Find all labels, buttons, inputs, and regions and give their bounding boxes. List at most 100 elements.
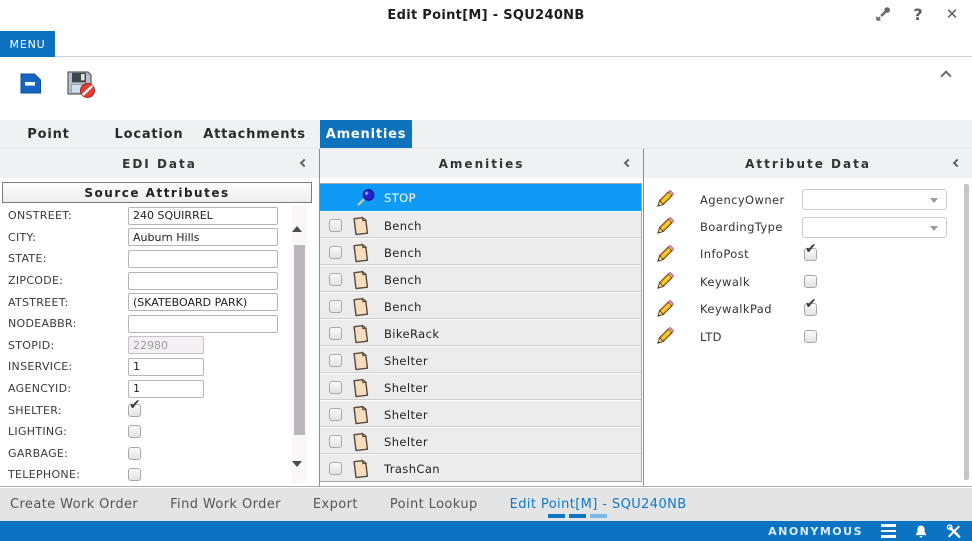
field-input-zipcode[interactable] <box>128 271 278 290</box>
amenity-checkbox[interactable] <box>329 381 342 394</box>
bottom-nav-label: Edit Point[M] - SQU240NB <box>509 497 687 512</box>
checkmark-icon: ✔ <box>805 240 817 257</box>
field-label: ZIPCODE: <box>8 274 64 288</box>
field-checkbox-garbage[interactable] <box>128 446 141 460</box>
amenity-label: BikeRack <box>384 327 440 341</box>
field-input-onstreet[interactable] <box>128 206 278 225</box>
list-item-bench[interactable]: Bench <box>320 265 641 292</box>
amenity-checkbox[interactable] <box>329 462 342 475</box>
bell-icon[interactable] <box>914 524 928 539</box>
pushpin-icon <box>354 188 376 212</box>
pin-popout-icon[interactable] <box>874 4 894 24</box>
list-item-shelter[interactable]: Shelter <box>320 400 641 427</box>
menu-lines-icon[interactable] <box>881 524 896 538</box>
page-title: Edit Point[M] - SQU240NB <box>387 8 585 23</box>
field-checkbox-telephone[interactable] <box>128 468 141 482</box>
save-disabled-icon[interactable] <box>64 69 96 103</box>
field-input-agencyid[interactable] <box>128 379 204 398</box>
field-label: STOPID: <box>8 338 55 352</box>
amenity-checkbox[interactable] <box>329 327 342 340</box>
indicator-dash <box>568 514 586 518</box>
list-item-bench[interactable]: Bench <box>320 211 641 238</box>
bottom-nav-link[interactable]: Find Work Order <box>170 497 281 512</box>
field-input-stopid[interactable] <box>128 336 204 355</box>
scroll-down-icon[interactable] <box>292 461 307 486</box>
attribute-checkbox-infopost[interactable]: ✔ <box>804 242 817 261</box>
amenity-checkbox[interactable] <box>329 354 342 367</box>
amenity-label: Bench <box>384 219 422 233</box>
field-label: LIGHTING: <box>8 425 68 439</box>
attribute-row-agencyowner: AgencyOwner <box>644 186 954 213</box>
help-icon[interactable]: ? <box>908 4 928 24</box>
pencil-icon[interactable] <box>652 188 676 216</box>
tools-icon[interactable] <box>946 523 962 539</box>
field-input-state[interactable] <box>128 249 278 268</box>
pencil-icon[interactable] <box>652 243 676 271</box>
field-input-nodeabbr[interactable] <box>128 314 278 333</box>
status-bar: ANONYMOUS <box>0 521 972 541</box>
pencil-icon[interactable] <box>652 270 676 298</box>
bottom-nav-link[interactable]: Edit Point[M] - SQU240NB <box>509 497 687 518</box>
amenity-checkbox[interactable] <box>329 219 342 232</box>
amenity-checkbox[interactable] <box>329 246 342 259</box>
chevron-left-icon[interactable] <box>298 158 310 170</box>
menu-button[interactable]: MENU <box>0 31 55 57</box>
close-icon[interactable]: ✕ <box>942 4 962 24</box>
amenity-checkbox[interactable] <box>329 300 342 313</box>
chevron-left-icon[interactable] <box>622 158 634 170</box>
list-item-trashcan[interactable]: TrashCan <box>320 454 641 481</box>
list-item-shelter[interactable]: Shelter <box>320 427 641 454</box>
dropdown-boardingtype[interactable] <box>802 216 947 238</box>
save-icon[interactable] <box>18 72 43 99</box>
status-username: ANONYMOUS <box>768 524 863 538</box>
scrollbar-thumb[interactable] <box>964 184 969 480</box>
field-input-atstreet[interactable] <box>128 293 278 312</box>
chevron-up-icon[interactable] <box>938 68 954 84</box>
vertical-scrollbar[interactable] <box>292 205 307 486</box>
dropdown-agencyowner[interactable] <box>802 189 947 211</box>
tab-amenities[interactable]: Amenities <box>320 120 412 148</box>
field-label: NODEABBR: <box>8 317 77 331</box>
scroll-up-icon[interactable] <box>292 207 307 232</box>
amenity-label: TrashCan <box>384 462 440 476</box>
tab-location[interactable]: Location <box>97 120 201 148</box>
pencil-icon[interactable] <box>652 215 676 243</box>
list-item-shelter[interactable]: Shelter <box>320 373 641 400</box>
list-item-stop[interactable]: STOP <box>320 184 641 211</box>
attribute-row-infopost: InfoPost ✔ <box>644 241 954 268</box>
attribute-checkbox-keywalkpad[interactable]: ✔ <box>804 297 817 316</box>
attribute-checkbox-keywalk[interactable] <box>804 275 817 289</box>
field-checkbox-shelter[interactable]: ✔ <box>128 398 141 417</box>
form-row: ONSTREET: <box>0 205 292 227</box>
attribute-checkbox-ltd[interactable] <box>804 330 817 344</box>
field-input-city[interactable] <box>128 228 278 247</box>
bottom-nav-link[interactable]: Create Work Order <box>10 497 138 512</box>
tab-point[interactable]: Point <box>0 120 97 148</box>
scrollbar-thumb[interactable] <box>294 245 305 435</box>
form-row: ATSTREET: <box>0 291 292 313</box>
list-item-bench[interactable]: Bench <box>320 292 641 319</box>
list-item-bench[interactable]: Bench <box>320 238 641 265</box>
field-checkbox-lighting[interactable] <box>128 425 141 439</box>
field-label: AGENCYID: <box>8 382 72 396</box>
amenity-label: Bench <box>384 273 422 287</box>
bottom-nav-link[interactable]: Point Lookup <box>390 497 478 512</box>
field-input-inservice[interactable] <box>128 357 204 376</box>
field-label: TELEPHONE: <box>8 468 81 482</box>
amenity-checkbox[interactable] <box>329 435 342 448</box>
menu-bar: MENU <box>0 31 972 57</box>
tab-attachments[interactable]: Attachments <box>201 120 308 148</box>
chevron-left-icon[interactable] <box>951 158 963 170</box>
list-item-shelter[interactable]: Shelter <box>320 346 641 373</box>
form-row: AGENCYID: <box>0 378 292 400</box>
bottom-nav-label: Point Lookup <box>389 497 478 512</box>
amenities-list: STOP Bench Bench Bench Bench BikeRack Shelter S… <box>320 183 642 482</box>
list-item-bikerack[interactable]: BikeRack <box>320 319 641 346</box>
amenity-checkbox[interactable] <box>329 273 342 286</box>
field-label: INSERVICE: <box>8 360 73 374</box>
amenity-checkbox[interactable] <box>329 408 342 421</box>
bottom-nav-link[interactable]: Export <box>313 497 358 512</box>
pencil-icon[interactable] <box>652 325 676 353</box>
pencil-icon[interactable] <box>652 298 676 326</box>
form-row: TELEPHONE: <box>0 464 292 486</box>
